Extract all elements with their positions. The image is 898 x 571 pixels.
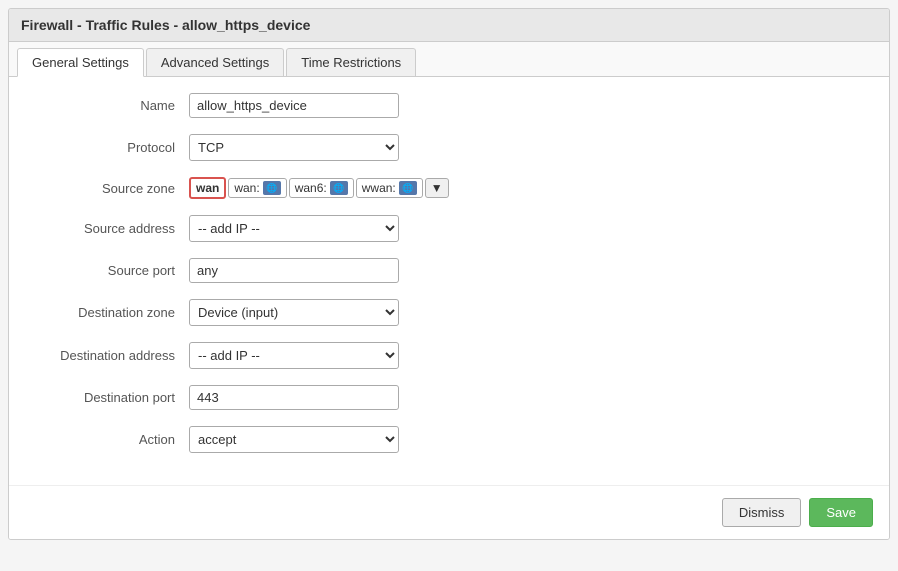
source-port-row: Source port any [29,258,869,283]
destination-address-label: Destination address [29,348,189,363]
source-zone-wrapper: wan wan: 🌐 wan6: 🌐 wwan: 🌐 ▼ [189,177,449,199]
source-port-wrapper: any [189,258,399,283]
firewall-rules-page: Firewall - Traffic Rules - allow_https_d… [8,8,890,540]
destination-port-label: Destination port [29,390,189,405]
source-address-label: Source address [29,221,189,236]
footer-buttons: Dismiss Save [9,485,889,539]
destination-port-input[interactable]: 443 [189,385,399,410]
tab-general-settings[interactable]: General Settings [17,48,144,77]
source-address-wrapper: -- add IP -- [189,215,399,242]
zone-tag-wan-icon[interactable]: wan: 🌐 [228,178,286,198]
name-field-wrapper: allow_https_device [189,93,399,118]
action-select[interactable]: accept drop reject masquerade [189,426,399,453]
destination-zone-label: Destination zone [29,305,189,320]
protocol-label: Protocol [29,140,189,155]
destination-zone-wrapper: Device (input) [189,299,399,326]
source-zone-label: Source zone [29,181,189,196]
name-input[interactable]: allow_https_device [189,93,399,118]
destination-port-wrapper: 443 [189,385,399,410]
name-row: Name allow_https_device [29,93,869,118]
source-zone-dropdown-arrow: ▼ [431,181,443,195]
destination-zone-select[interactable]: Device (input) [189,299,399,326]
source-zone-dropdown-btn[interactable]: ▼ [425,178,449,198]
zone-wan6-globe-icon: 🌐 [330,181,348,195]
source-address-row: Source address -- add IP -- [29,215,869,242]
protocol-select[interactable]: TCP UDP TCP+UDP ICMP Custom [189,134,399,161]
save-button[interactable]: Save [809,498,873,527]
zone-tag-wan6[interactable]: wan6: 🌐 [289,178,354,198]
zone-wan6-text: wan6: [295,181,327,195]
tab-advanced-settings[interactable]: Advanced Settings [146,48,284,76]
destination-address-select[interactable]: -- add IP -- [189,342,399,369]
action-row: Action accept drop reject masquerade [29,426,869,453]
protocol-select-wrapper: TCP UDP TCP+UDP ICMP Custom [189,134,399,161]
name-label: Name [29,98,189,113]
action-label: Action [29,432,189,447]
zone-wan-name: wan [196,181,219,195]
zone-wwan-text: wwan: [362,181,396,195]
source-port-label: Source port [29,263,189,278]
source-address-select[interactable]: -- add IP -- [189,215,399,242]
general-settings-form: Name allow_https_device Protocol TCP UDP… [9,77,889,485]
source-port-input[interactable]: any [189,258,399,283]
zone-wan-globe-icon: 🌐 [263,181,281,195]
tabs-bar: General Settings Advanced Settings Time … [9,42,889,77]
protocol-row: Protocol TCP UDP TCP+UDP ICMP Custom [29,134,869,161]
dismiss-button[interactable]: Dismiss [722,498,802,527]
destination-address-wrapper: -- add IP -- [189,342,399,369]
tab-time-restrictions[interactable]: Time Restrictions [286,48,416,76]
destination-port-row: Destination port 443 [29,385,869,410]
source-zone-row: Source zone wan wan: 🌐 wan6: 🌐 wwan: 🌐 [29,177,869,199]
destination-address-row: Destination address -- add IP -- [29,342,869,369]
zone-wwan-globe-icon: 🌐 [399,181,417,195]
zone-tag-wwan[interactable]: wwan: 🌐 [356,178,423,198]
destination-zone-row: Destination zone Device (input) [29,299,869,326]
zone-tag-wan[interactable]: wan [189,177,226,199]
page-header: Firewall - Traffic Rules - allow_https_d… [9,9,889,42]
zone-wan-text: wan: [234,181,259,195]
action-wrapper: accept drop reject masquerade [189,426,399,453]
page-title: Firewall - Traffic Rules - allow_https_d… [21,17,877,33]
